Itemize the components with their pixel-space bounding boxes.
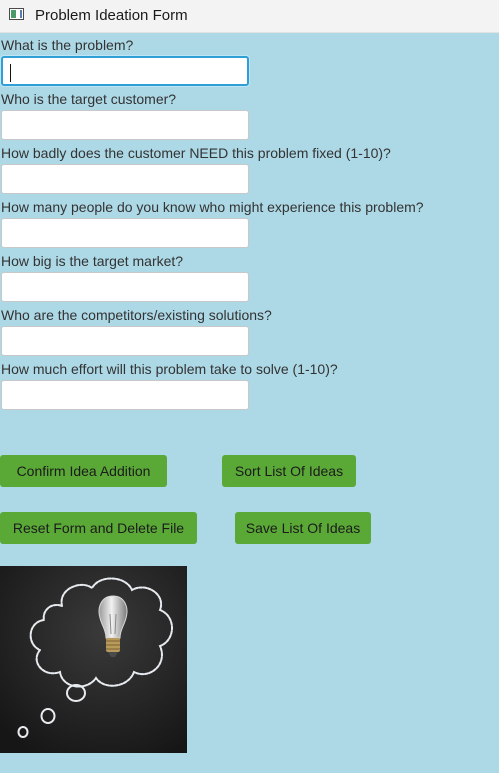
- text-caret: [10, 64, 11, 82]
- app-window-icon: [9, 8, 24, 20]
- competitors-input[interactable]: [1, 326, 249, 356]
- save-ideas-button[interactable]: Save List Of Ideas: [235, 512, 371, 544]
- target-customer-input[interactable]: [1, 110, 249, 140]
- effort-rating-label: How much effort will this problem take t…: [1, 361, 338, 377]
- effort-rating-input[interactable]: [1, 380, 249, 410]
- confirm-idea-button[interactable]: Confirm Idea Addition: [0, 455, 167, 487]
- market-size-label: How big is the target market?: [1, 253, 184, 269]
- chalkboard-background: [0, 566, 187, 753]
- title-bar: Problem Ideation Form: [0, 0, 499, 33]
- sort-ideas-button[interactable]: Sort List Of Ideas: [222, 455, 356, 487]
- problem-label: What is the problem?: [1, 37, 134, 53]
- need-rating-label: How badly does the customer NEED this pr…: [1, 145, 391, 161]
- people-count-label: How many people do you know who might ex…: [1, 199, 424, 215]
- problem-input[interactable]: [1, 56, 249, 86]
- target-customer-label: Who is the target customer?: [1, 91, 177, 107]
- lightbulb-thought-image: [0, 566, 187, 753]
- window-title: Problem Ideation Form: [35, 7, 188, 24]
- market-size-input[interactable]: [1, 272, 249, 302]
- people-count-input[interactable]: [1, 218, 249, 248]
- need-rating-input[interactable]: [1, 164, 249, 194]
- competitors-label: Who are the competitors/existing solutio…: [1, 307, 272, 323]
- reset-form-button[interactable]: Reset Form and Delete File: [0, 512, 197, 544]
